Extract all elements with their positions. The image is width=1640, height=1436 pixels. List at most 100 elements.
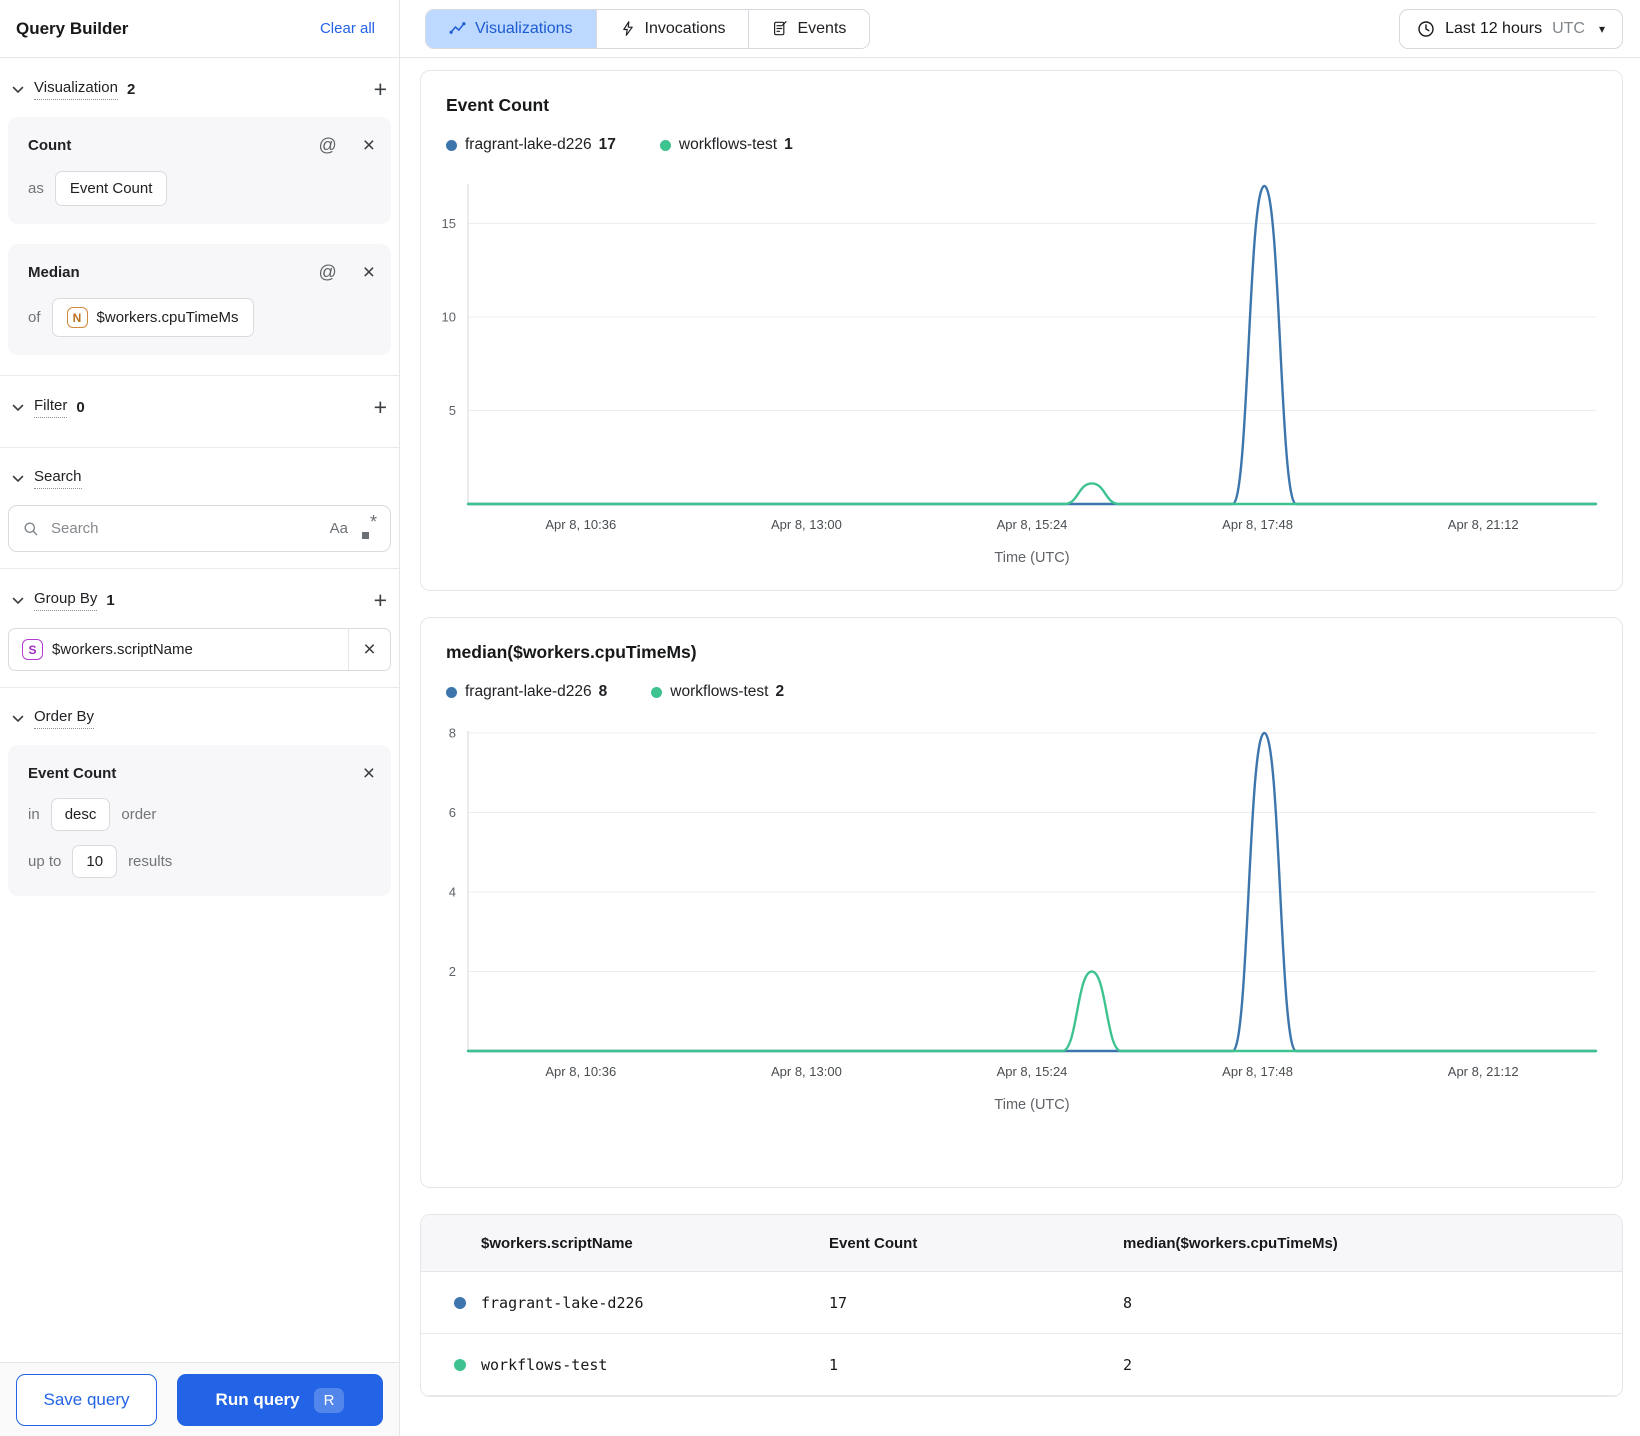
close-icon: × <box>363 638 376 661</box>
tab-invocations[interactable]: Invocations <box>595 9 749 48</box>
section-header-group-by: Group By 1 + <box>0 569 399 624</box>
event-count-cell: 17 <box>829 1293 848 1312</box>
legend-item[interactable]: fragrant-lake-d226 17 <box>446 136 616 154</box>
legend-dot <box>651 686 663 698</box>
tab-visualizations[interactable]: Visualizations <box>426 9 596 48</box>
section-count-group-by: 1 <box>106 592 115 609</box>
aggregation-name: Count <box>28 137 72 154</box>
svg-text:Apr 8, 21:12: Apr 8, 21:12 <box>1448 517 1519 532</box>
legend-item[interactable]: workflows-test 1 <box>659 136 793 154</box>
legend-series-name: fragrant-lake-d226 <box>465 683 592 700</box>
clear-all-button[interactable]: Clear all <box>320 20 375 37</box>
legend-series-value: 1 <box>784 136 793 153</box>
section-count-visualization: 2 <box>126 81 136 98</box>
remove-group-by-button[interactable]: × <box>348 629 390 670</box>
svg-text:Apr 8, 13:00: Apr 8, 13:00 <box>771 517 842 532</box>
chevron-down-icon[interactable] <box>12 715 24 723</box>
results-label: results <box>128 853 173 870</box>
alias-at-button[interactable]: @ <box>318 262 336 283</box>
at-icon: @ <box>318 262 337 282</box>
time-range-button[interactable]: Last 12 hours UTC ▾ <box>1399 8 1623 49</box>
visualization-card-count: Count @ × as Event Count <box>8 117 391 224</box>
main-content: Event Count fragrant-lake-d226 17 workflow… <box>400 58 1640 1397</box>
case-sensitive-toggle[interactable]: Aa <box>330 520 348 537</box>
remove-median-button[interactable]: × <box>363 262 375 283</box>
limit-input[interactable]: 10 <box>72 845 118 878</box>
column-header-median: median($workers.cpuTimeMs) <box>1123 1234 1338 1252</box>
of-label: of <box>28 309 41 326</box>
svg-text:Apr 8, 13:00: Apr 8, 13:00 <box>771 1064 842 1079</box>
field-value: $workers.cpuTimeMs <box>96 309 239 326</box>
svg-text:8: 8 <box>449 726 456 741</box>
svg-text:Apr 8, 17:48: Apr 8, 17:48 <box>1222 1064 1293 1079</box>
query-builder-sidebar: Query Builder Clear all Visualization 2 … <box>0 0 400 1436</box>
column-header-script-name: $workers.scriptName <box>481 1234 633 1252</box>
caret-down-icon: ▾ <box>1598 21 1605 36</box>
close-icon: × <box>362 134 375 157</box>
remove-order-by-button[interactable]: × <box>363 763 375 784</box>
alias-value-chip[interactable]: Event Count <box>54 171 168 206</box>
visualization-card-median: Median @ × of N $workers.cpuTimeMs <box>8 244 391 355</box>
median-cell: 2 <box>1123 1355 1133 1374</box>
save-query-button[interactable]: Save query <box>16 1374 157 1426</box>
tab-events[interactable]: Events <box>748 9 870 48</box>
order-label: order <box>121 806 157 823</box>
page-title: Query Builder <box>16 18 129 38</box>
add-filter-button[interactable]: + <box>374 396 387 419</box>
plus-icon: + <box>373 394 387 420</box>
chevron-down-icon[interactable] <box>12 404 24 412</box>
add-group-by-button[interactable]: + <box>374 589 387 612</box>
legend-dot <box>446 139 457 151</box>
legend-item[interactable]: fragrant-lake-d226 8 <box>446 683 607 701</box>
legend-dot <box>659 139 671 151</box>
chevron-down-icon[interactable] <box>12 597 24 605</box>
add-visualization-button[interactable]: + <box>374 78 387 101</box>
legend-series-name: fragrant-lake-d226 <box>465 136 592 153</box>
svg-text:6: 6 <box>449 805 456 820</box>
remove-count-button[interactable]: × <box>363 135 375 156</box>
legend-series-name: workflows-test <box>670 683 769 700</box>
chart-plot-area: 2 4 6 8 Apr 8, 10:36 Apr 8, 13:00 Apr 8, 15:24… <box>421 721 1622 1133</box>
tab-label: Visualizations <box>475 19 573 37</box>
chevron-down-icon[interactable] <box>12 475 24 483</box>
section-header-search: Search <box>0 448 399 501</box>
svg-text:Apr 8, 10:36: Apr 8, 10:36 <box>545 1064 616 1079</box>
series-color-dot <box>454 1296 466 1309</box>
alias-at-button[interactable]: @ <box>318 135 336 156</box>
view-tabs: Visualizations Invocations Events <box>425 8 871 49</box>
time-range-label: Last 12 hours <box>1445 19 1543 37</box>
run-shortcut-badge: R <box>313 1387 345 1413</box>
sort-direction-select[interactable]: desc <box>50 798 111 831</box>
svg-text:4: 4 <box>449 885 456 900</box>
sidebar-header: Query Builder Clear all <box>0 0 399 58</box>
regex-square-icon <box>361 532 369 539</box>
order-by-card: Event Count × in desc order up to 10 res… <box>8 745 391 896</box>
search-input-container: Aa * <box>8 505 391 552</box>
order-by-field: Event Count <box>28 765 117 782</box>
main-panel: Visualizations Invocations Events Last 1… <box>400 0 1640 1436</box>
legend-item[interactable]: workflows-test 2 <box>651 683 784 701</box>
chart-title: Event Count <box>446 95 550 115</box>
as-label: as <box>28 180 44 197</box>
section-count-filter: 0 <box>76 399 85 416</box>
chevron-down-icon[interactable] <box>12 86 24 94</box>
svg-text:Apr 8, 15:24: Apr 8, 15:24 <box>997 1064 1068 1079</box>
chart-card-event-count: Event Count fragrant-lake-d226 17 workflow… <box>420 70 1623 591</box>
event-count-cell: 1 <box>829 1355 839 1374</box>
regex-toggle[interactable]: * <box>361 512 377 539</box>
svg-text:Time (UTC): Time (UTC) <box>994 1097 1069 1113</box>
svg-text:5: 5 <box>449 403 456 418</box>
search-input[interactable] <box>49 519 320 538</box>
tab-label: Events <box>797 19 847 37</box>
legend-series-name: workflows-test <box>678 136 778 153</box>
group-by-item: S $workers.scriptName × <box>8 628 391 671</box>
topbar: Visualizations Invocations Events Last 1… <box>400 0 1640 58</box>
svg-text:15: 15 <box>442 216 456 231</box>
sidebar-body: Visualization 2 + Count @ × as Event Cou… <box>0 58 399 1362</box>
run-query-button[interactable]: Run query R <box>177 1374 383 1426</box>
chart-legend: fragrant-lake-d226 17 workflows-test 1 <box>446 136 1622 154</box>
lightning-icon <box>622 21 633 36</box>
group-by-field: $workers.scriptName <box>52 641 193 658</box>
plus-icon: + <box>373 587 387 613</box>
field-value-chip[interactable]: N $workers.cpuTimeMs <box>51 298 254 337</box>
